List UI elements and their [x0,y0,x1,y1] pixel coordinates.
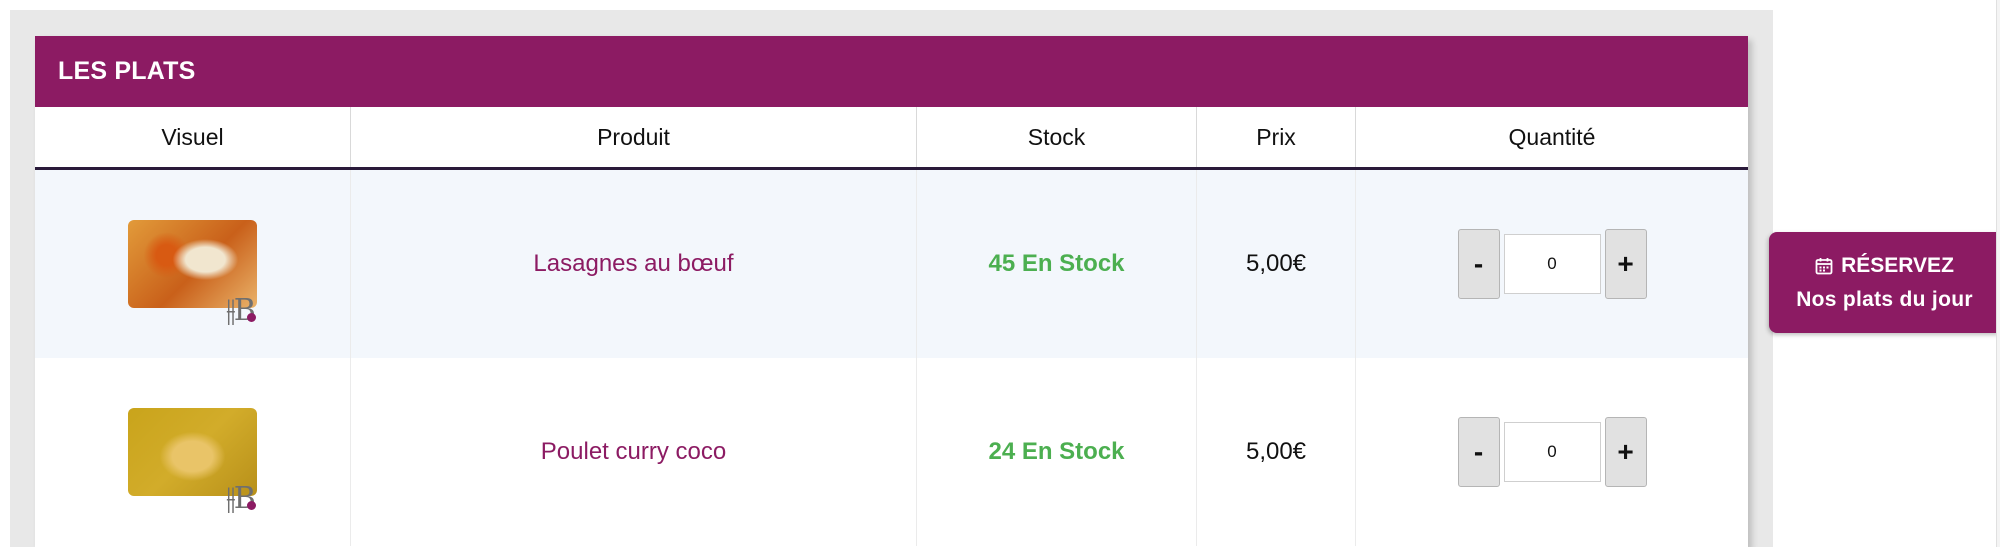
stock-status: 45 En Stock [988,250,1125,277]
hb-logo-icon: ⫲B [226,481,256,516]
table-row: ⫲B Poulet curry coco 24 En Stock 5,00€ -… [35,358,1748,546]
visual-cell: ⫲B [35,170,351,358]
decrease-button[interactable]: - [1457,229,1500,299]
dishes-card: LES PLATS Visuel Produit Stock Prix Quan… [35,36,1748,547]
reserve-subtitle: Nos plats du jour [1796,287,1973,311]
decrease-button[interactable]: - [1457,417,1500,487]
section-header: LES PLATS [35,36,1748,107]
price-cell: 5,00€ [1197,170,1356,358]
product-cell: Poulet curry coco [351,358,917,546]
column-header-stock: Stock [917,107,1197,167]
product-name[interactable]: Lasagnes au bœuf [533,250,733,278]
column-header-prix: Prix [1197,107,1356,167]
calendar-icon [1815,257,1833,274]
hb-logo-icon: ⫲B [226,293,256,328]
quantity-stepper: - 0 + [1457,417,1647,487]
price-cell: 5,00€ [1197,358,1356,546]
quantity-input[interactable]: 0 [1503,234,1601,294]
scrollbar-edge [1996,0,2000,547]
reserve-button[interactable]: RÉSERVEZ Nos plats du jour [1769,232,2000,333]
stock-cell: 45 En Stock [917,170,1197,358]
column-header-produit: Produit [351,107,917,167]
stock-status: 24 En Stock [988,438,1125,465]
price: 5,00€ [1245,250,1307,277]
table-header-row: Visuel Produit Stock Prix Quantité [35,107,1748,170]
quantity-cell: - 0 + [1356,170,1748,358]
increase-button[interactable]: + [1604,417,1647,487]
page: LES PLATS Visuel Produit Stock Prix Quan… [0,0,2000,547]
section-title: LES PLATS [58,57,196,85]
column-header-visuel: Visuel [35,107,351,167]
product-name[interactable]: Poulet curry coco [541,438,726,466]
product-cell: Lasagnes au bœuf [351,170,917,358]
column-header-quantite: Quantité [1508,123,1596,150]
increase-button[interactable]: + [1604,229,1647,299]
price: 5,00€ [1245,438,1307,465]
reserve-label: RÉSERVEZ [1841,253,1954,277]
stock-cell: 24 En Stock [917,358,1197,546]
table-row: ⫲B Lasagnes au bœuf 45 En Stock 5,00€ - … [35,170,1748,358]
quantity-cell: - 0 + [1356,358,1748,546]
visual-cell: ⫲B [35,358,351,546]
quantity-input[interactable]: 0 [1503,422,1601,482]
quantity-stepper: - 0 + [1457,229,1647,299]
